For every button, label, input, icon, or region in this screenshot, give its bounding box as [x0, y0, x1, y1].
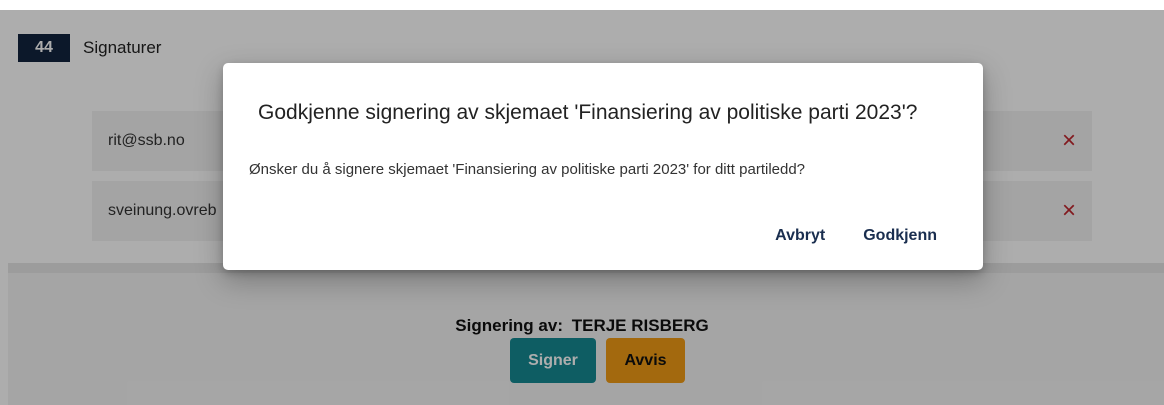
dialog-actions: Avbryt Godkjenn: [775, 223, 937, 249]
dialog-title: Godkjenne signering av skjemaet 'Finansi…: [258, 101, 918, 124]
cancel-button[interactable]: Avbryt: [775, 223, 825, 249]
confirm-button[interactable]: Godkjenn: [863, 223, 937, 249]
page: 44 Signaturer rit@ssb.no × sveinung.ovre…: [0, 0, 1164, 405]
dialog-body: Ønsker du å signere skjemaet 'Finansieri…: [249, 161, 806, 178]
confirm-dialog: Godkjenne signering av skjemaet 'Finansi…: [223, 63, 983, 270]
top-strip: [0, 0, 1164, 10]
